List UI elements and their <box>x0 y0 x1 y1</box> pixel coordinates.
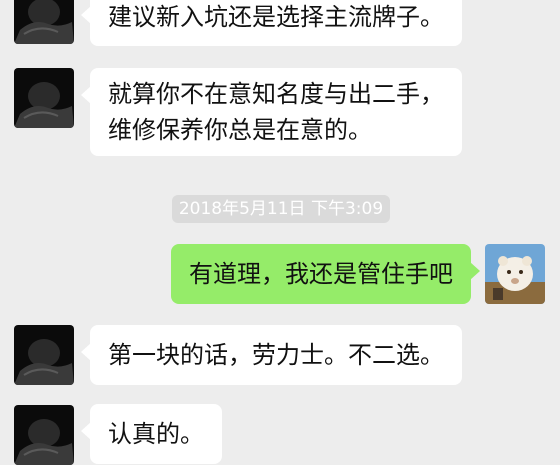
message-bubble[interactable]: 第一块的话，劳力士。不二选。 <box>81 325 462 385</box>
timestamp-label: 2018年5月11日 下午3:09 <box>172 195 390 223</box>
message-text: 第一块的话，劳力士。不二选。 <box>108 341 444 369</box>
message-bubble[interactable]: 有道理，我还是管住手吧 <box>171 244 480 304</box>
message-bubble[interactable]: 就算你不在意知名度与出二手， 维修保养你总是在意的。 <box>81 68 462 156</box>
message-text: 认真的。 <box>108 420 204 448</box>
message-text: 就算你不在意知名度与出二手， <box>108 80 444 108</box>
contact-avatar-icon[interactable] <box>14 0 74 44</box>
message-bubble[interactable]: 认真的。 <box>81 404 222 464</box>
message-text: 维修保养你总是在意的。 <box>108 116 372 144</box>
message-bubble[interactable]: 建议新入坑还是选择主流牌子。 <box>81 0 462 46</box>
self-avatar-icon[interactable] <box>485 244 545 304</box>
message-text: 有道理，我还是管住手吧 <box>189 260 453 288</box>
contact-avatar-icon[interactable] <box>14 325 74 385</box>
contact-avatar-icon[interactable] <box>14 405 74 465</box>
message-text: 建议新入坑还是选择主流牌子。 <box>108 3 444 31</box>
contact-avatar-icon[interactable] <box>14 68 74 128</box>
